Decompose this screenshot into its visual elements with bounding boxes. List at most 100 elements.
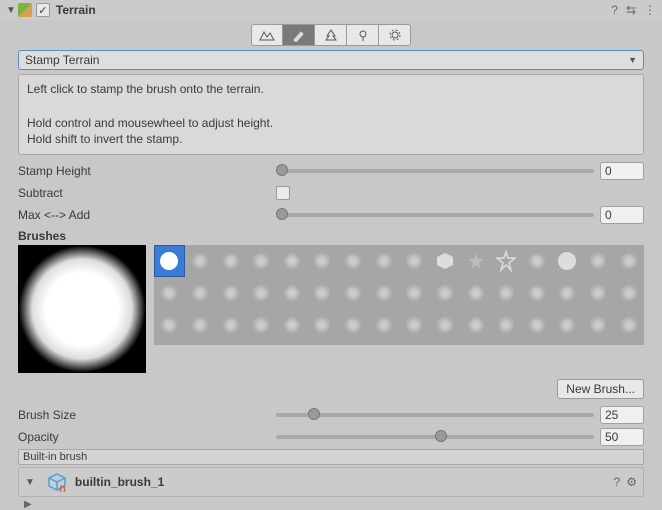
slider-thumb[interactable]: [276, 164, 288, 176]
brush-thumb[interactable]: [368, 245, 399, 277]
brush-thumb[interactable]: [307, 309, 338, 341]
tree-icon: [323, 28, 339, 42]
brush-preview: [18, 245, 146, 373]
brush-thumb[interactable]: [215, 277, 246, 309]
brush-thumb[interactable]: [460, 309, 491, 341]
brush-thumb[interactable]: [185, 245, 216, 277]
brush-thumb[interactable]: [491, 277, 522, 309]
brush-thumb[interactable]: [522, 277, 553, 309]
hexagon-icon: [435, 251, 455, 271]
brush-size-slider[interactable]: [276, 413, 594, 417]
max-add-field[interactable]: 0: [600, 206, 644, 224]
mode-dropdown-label: Stamp Terrain: [25, 53, 99, 67]
subtract-checkbox[interactable]: [276, 186, 290, 200]
gear-icon[interactable]: ⚙: [626, 475, 637, 489]
brush-size-label: Brush Size: [18, 408, 276, 422]
help-icon[interactable]: ?: [614, 475, 621, 489]
brush-thumb[interactable]: [277, 309, 308, 341]
brush-thumb-selected[interactable]: [154, 245, 185, 277]
brush-grid[interactable]: [154, 245, 644, 345]
tool-settings[interactable]: [379, 24, 411, 46]
brushes-heading: Brushes: [18, 229, 644, 243]
brush-thumb[interactable]: [491, 245, 522, 277]
brush-thumb[interactable]: [307, 245, 338, 277]
component-title: Terrain: [56, 3, 96, 17]
brush-thumb[interactable]: [154, 277, 185, 309]
brush-thumb[interactable]: [583, 277, 614, 309]
brush-thumb[interactable]: [399, 277, 430, 309]
brush-thumb[interactable]: [246, 309, 277, 341]
brush-thumb[interactable]: [185, 277, 216, 309]
opacity-field[interactable]: 50: [600, 428, 644, 446]
brush-thumb[interactable]: [185, 309, 216, 341]
check-mark: ✓: [38, 4, 47, 17]
brush-thumb[interactable]: [215, 245, 246, 277]
brush-thumb[interactable]: [522, 245, 553, 277]
help-icon[interactable]: ?: [611, 3, 618, 17]
brush-thumb[interactable]: [491, 309, 522, 341]
brush-thumb[interactable]: [552, 245, 583, 277]
opacity-slider[interactable]: [276, 435, 594, 439]
brush-thumb[interactable]: [307, 277, 338, 309]
tool-paint-details[interactable]: [347, 24, 379, 46]
mode-dropdown[interactable]: Stamp Terrain ▼: [18, 50, 644, 70]
brush-thumb[interactable]: [583, 245, 614, 277]
menu-icon[interactable]: ⋮: [644, 3, 656, 17]
brush-thumb[interactable]: [460, 245, 491, 277]
brush-thumb[interactable]: [613, 245, 644, 277]
terrain-toolbar: [0, 20, 662, 50]
brush-thumb[interactable]: [277, 277, 308, 309]
brush-thumb[interactable]: [246, 245, 277, 277]
enable-checkbox[interactable]: ✓: [36, 3, 50, 17]
brush-thumb[interactable]: [430, 309, 461, 341]
brush-thumb[interactable]: [460, 277, 491, 309]
tool-create-neighbor[interactable]: [251, 24, 283, 46]
flower-icon: [355, 28, 371, 42]
help-line: Hold shift to invert the stamp.: [27, 131, 635, 148]
brush-thumb[interactable]: [613, 309, 644, 341]
brush-thumb[interactable]: [430, 277, 461, 309]
expand-icon[interactable]: ▶: [18, 499, 644, 510]
max-add-label: Max <--> Add: [18, 208, 276, 222]
star-outline-icon: [495, 250, 517, 272]
star-icon: [466, 251, 486, 271]
brush-icon: [291, 28, 307, 42]
brush-thumb[interactable]: [552, 277, 583, 309]
tool-paint-terrain[interactable]: [283, 24, 315, 46]
slider-thumb[interactable]: [276, 208, 288, 220]
tool-paint-trees[interactable]: [315, 24, 347, 46]
brush-thumb[interactable]: [338, 245, 369, 277]
brush-thumb[interactable]: [399, 245, 430, 277]
brush-thumb[interactable]: [154, 309, 185, 341]
foldout-icon[interactable]: ▼: [25, 477, 35, 488]
prefab-icon: {}: [47, 472, 67, 492]
foldout-icon[interactable]: ▼: [6, 5, 16, 16]
component-header: ▼ ✓ Terrain ? ⇆ ⋮: [0, 0, 662, 20]
max-add-slider[interactable]: [276, 213, 594, 217]
brush-thumb[interactable]: [552, 309, 583, 341]
slider-thumb[interactable]: [308, 408, 320, 420]
preset-icon[interactable]: ⇆: [626, 3, 636, 17]
stamp-height-slider[interactable]: [276, 169, 594, 173]
svg-text:{}: {}: [59, 484, 67, 492]
brush-size-field[interactable]: 25: [600, 406, 644, 424]
brush-thumb[interactable]: [338, 277, 369, 309]
slider-thumb[interactable]: [435, 430, 447, 442]
stamp-height-label: Stamp Height: [18, 164, 276, 178]
brush-thumb[interactable]: [338, 309, 369, 341]
brush-thumb[interactable]: [430, 245, 461, 277]
new-brush-button[interactable]: New Brush...: [557, 379, 644, 399]
brush-thumb[interactable]: [583, 309, 614, 341]
mountain-plus-icon: [259, 28, 275, 42]
brush-thumb[interactable]: [368, 277, 399, 309]
brush-thumb[interactable]: [215, 309, 246, 341]
brush-thumb[interactable]: [368, 309, 399, 341]
stamp-height-field[interactable]: 0: [600, 162, 644, 180]
brush-thumb[interactable]: [522, 309, 553, 341]
brush-thumb[interactable]: [246, 277, 277, 309]
brush-thumb[interactable]: [277, 245, 308, 277]
brush-thumb[interactable]: [613, 277, 644, 309]
subtract-label: Subtract: [18, 186, 276, 200]
brush-thumb[interactable]: [399, 309, 430, 341]
builtin-heading: Built-in brush: [18, 449, 644, 465]
